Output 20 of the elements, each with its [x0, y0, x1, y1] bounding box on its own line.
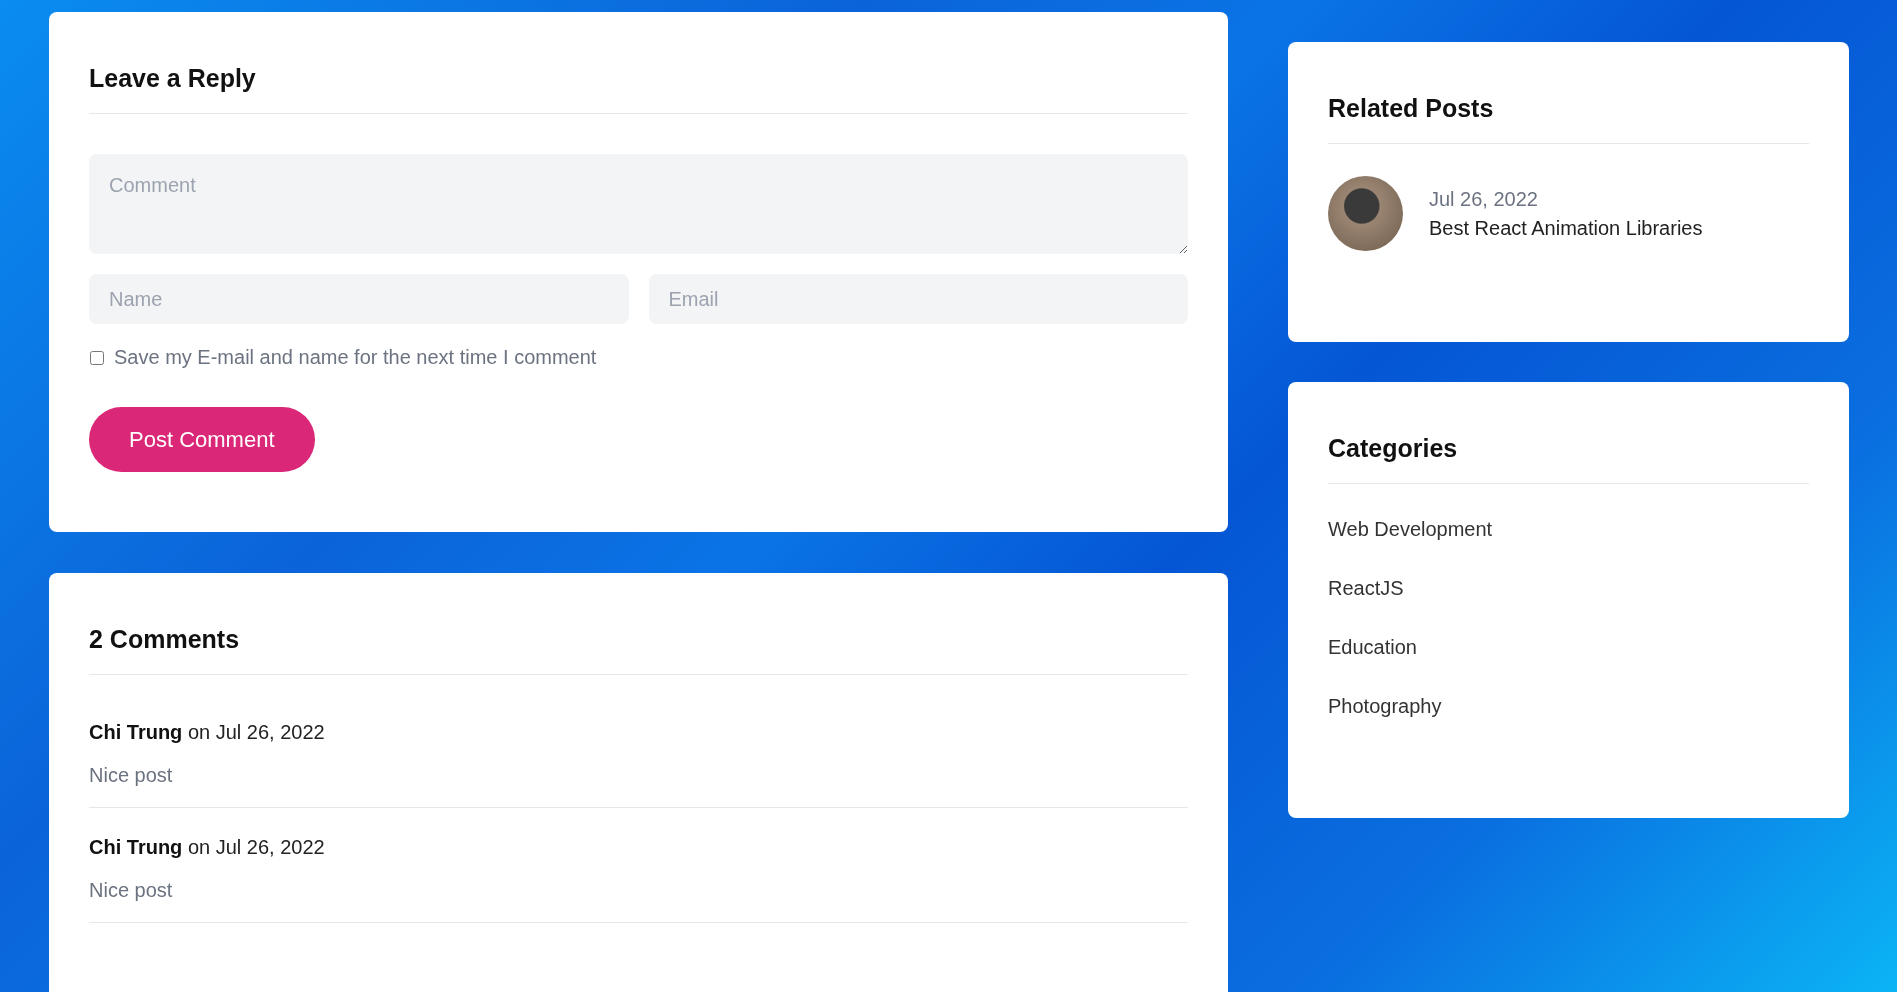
category-link[interactable]: ReactJS: [1328, 577, 1404, 600]
email-field[interactable]: Email: [648, 274, 1188, 324]
post-date: Jul 26, 2022: [1429, 187, 1539, 211]
comment-text: Nice post: [89, 764, 174, 787]
category-link[interactable]: Web Development: [1328, 518, 1493, 541]
save-checkbox[interactable]: [90, 350, 104, 365]
name-field[interactable]: Name: [89, 274, 629, 324]
save-label: Save my E-mail and name for the next time I comment: [114, 346, 597, 369]
comment-field[interactable]: Comment: [89, 154, 1188, 254]
comment-text: Nice post: [89, 879, 174, 902]
post-comment-button[interactable]: Post Comment: [89, 407, 315, 472]
comment-byline: Chi Trung on Jul 26, 2022: [89, 836, 326, 859]
category-link[interactable]: Photography: [1328, 695, 1442, 718]
section-heading: Related Posts: [1328, 93, 1494, 124]
category-link[interactable]: Education: [1328, 636, 1417, 659]
post-title-link[interactable]: Best React Animation Libraries: [1429, 216, 1703, 240]
section-heading: Leave a Reply: [89, 63, 256, 94]
comment-byline: Chi Trung on Jul 26, 2022: [89, 721, 326, 744]
section-heading: 2 Comments: [89, 624, 240, 655]
section-heading: Categories: [1328, 433, 1458, 464]
